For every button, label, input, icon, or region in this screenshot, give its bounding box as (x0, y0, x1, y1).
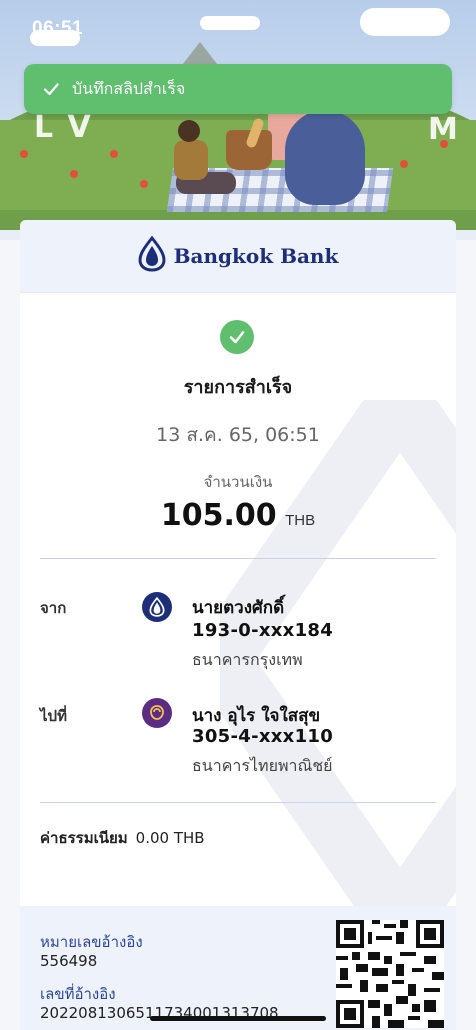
reference-label: เลขที่อ้างอิง (40, 985, 116, 1003)
flower (140, 180, 148, 188)
fee-label: ค่าธรรมเนียม (40, 829, 128, 847)
success-check-icon (220, 320, 254, 354)
divider (40, 558, 436, 559)
home-indicator[interactable] (150, 1016, 326, 1021)
bank-logo: Bangkok Bank (138, 235, 339, 277)
flower (70, 170, 78, 178)
card-header: Bangkok Bank (20, 220, 456, 293)
child-figure (178, 120, 200, 142)
amount-currency: THB (285, 512, 316, 529)
toast-message: บันทึกสลิปสำเร็จ (72, 78, 186, 98)
fee-row: ค่าธรรมเนียม 0.00 THB (40, 826, 205, 850)
transaction-status: รายการสำเร็จ (183, 377, 293, 398)
memo-label: หมายเลขอ้างอิง (40, 933, 143, 951)
to-name: นาง อุไร ใจใสสุข (192, 706, 321, 726)
to-bank: ธนาคารไทยพาณิชย์ (192, 756, 333, 775)
bangkok-bank-logo-icon (142, 592, 172, 622)
flower (20, 150, 28, 158)
flower (400, 160, 408, 168)
cloud (200, 16, 260, 30)
scb-logo-icon (142, 698, 172, 728)
amount-value: 105.00 (160, 498, 277, 533)
success-toast[interactable]: บันทึกสลิปสำเร็จ (24, 64, 452, 114)
banner-letters-left: L V (34, 110, 93, 145)
fee-value: 0.00 THB (135, 829, 205, 847)
check-icon (40, 78, 62, 100)
child-figure (174, 140, 208, 180)
amount-label: จำนวนเงิน (203, 473, 273, 491)
transaction-datetime: 13 ส.ค. 65, 06:51 (156, 424, 320, 446)
qr-code[interactable] (336, 920, 444, 1028)
status-bar-time: 06:51 (32, 18, 84, 39)
reference-section: หมายเลขอ้างอิง 556498 เลขที่อ้างอิง 2022… (20, 906, 456, 1030)
divider (40, 802, 436, 803)
from-account: 193-0-xxx184 (192, 620, 334, 641)
cloud (360, 8, 450, 36)
transfer-slip-card: Bangkok Bank รายการสำเร็จ 13 ส.ค. 65, 06… (20, 220, 456, 1030)
person-figure (285, 110, 365, 205)
bangkok-bank-logo-icon (138, 235, 166, 277)
memo-value: 556498 (40, 952, 98, 970)
flower (110, 150, 118, 158)
banner-letters-right: M (428, 112, 460, 147)
to-label: ไปที่ (40, 707, 67, 725)
from-bank: ธนาคารกรุงเทพ (192, 650, 303, 669)
from-label: จาก (40, 599, 67, 617)
bank-name: Bangkok Bank (173, 244, 339, 268)
to-account: 305-4-xxx110 (192, 726, 334, 747)
amount: 105.00 THB (20, 498, 456, 533)
from-name: นายตวงศักดิ์ (192, 598, 285, 618)
